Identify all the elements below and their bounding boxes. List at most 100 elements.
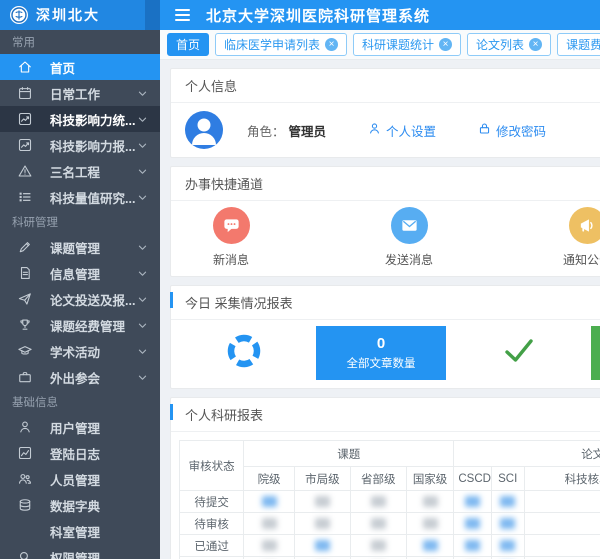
chevron-down-icon [137, 268, 148, 279]
quick-channel[interactable]: 发送消息 [369, 207, 449, 268]
tab[interactable]: 临床医学申请列表× [215, 33, 347, 56]
sidebar-item-label: 论文投送及报... [50, 290, 135, 309]
column-group-header: 论文 [454, 441, 600, 467]
calendar-icon [18, 86, 33, 101]
sidebar-item[interactable]: 信息管理 [0, 260, 160, 286]
table-cell-blurred [406, 513, 454, 535]
sidebar-item[interactable]: 用户管理 [0, 414, 160, 440]
sidebar-item-label: 学术活动 [50, 342, 100, 361]
research-report-table: 审核状态课题论文院级市局级省部级国家级CSCDSCI科技核心（统计源）期刊 待提… [179, 440, 600, 559]
blank-icon [18, 524, 33, 539]
collection-report-card: 今日 采集情况报表 0 全部文章数量 [170, 285, 600, 389]
chevron-down-icon [137, 88, 148, 99]
chevron-down-icon [137, 320, 148, 331]
check-icon [504, 338, 534, 369]
sidebar-item[interactable]: 科技量值研究... [0, 184, 160, 210]
role-value: 管理员 [289, 125, 327, 139]
close-icon[interactable]: × [439, 38, 452, 51]
log-icon [18, 446, 33, 461]
column-header: 省部级 [350, 467, 406, 491]
collection-strip: 0 全部文章数量 [171, 326, 600, 380]
sidebar-item-label: 外出参会 [50, 368, 100, 387]
sidebar-item-label: 数据字典 [50, 496, 100, 515]
table-row: 待审核 [180, 513, 600, 535]
tabbar: 首页临床医学申请列表×科研课题统计×论文列表×课题费用报表×用户列表× [160, 30, 600, 60]
chevron-down-icon [137, 192, 148, 203]
donut-chart-icon [224, 331, 264, 376]
article-count-box[interactable]: 0 全部文章数量 [316, 326, 446, 380]
column-header: CSCD [454, 467, 491, 491]
sidebar-item[interactable]: 学术活动 [0, 338, 160, 364]
research-report-card: 个人科研报表 审核状态课题论文院级市局级省部级国家级CSCDSCI科技核心（统计… [170, 397, 600, 559]
chat-icon [213, 207, 250, 244]
close-icon[interactable]: × [325, 38, 338, 51]
sidebar-item[interactable]: 课题管理 [0, 234, 160, 260]
hamburger-menu-icon[interactable] [175, 9, 190, 21]
chevron-down-icon [137, 372, 148, 383]
chevron-down-icon [137, 140, 148, 151]
sidebar-item[interactable]: 科技影响力统... [0, 106, 160, 132]
pencil-icon [18, 240, 33, 255]
quick-channel-label: 通知公告 [563, 251, 600, 268]
sidebar-item[interactable]: 登陆日志 [0, 440, 160, 466]
magnifier-icon [18, 550, 33, 559]
sidebar-item[interactable]: 论文投送及报... [0, 286, 160, 312]
tab-label: 论文列表 [476, 36, 524, 53]
sidebar-item[interactable]: 人员管理 [0, 466, 160, 492]
app-title: 北京大学深圳医院科研管理系统 [206, 5, 430, 26]
home-icon [18, 60, 33, 75]
personal-settings-link[interactable]: 个人设置 [368, 121, 436, 140]
sidebar-item[interactable]: 权限管理 [0, 544, 160, 559]
close-icon[interactable]: × [529, 38, 542, 51]
column-header: SCI [491, 467, 524, 491]
sidebar-item[interactable]: 三名工程 [0, 158, 160, 184]
lock-icon [478, 122, 491, 138]
sidebar-item-label: 科技影响力统... [50, 110, 135, 129]
table-cell-blurred [294, 535, 350, 557]
sidebar-item-label: 科技量值研究... [50, 188, 135, 207]
sidebar-item[interactable]: 数据字典 [0, 492, 160, 518]
quick-channels-card: 办事快捷通道 新消息发送消息通知公告 [170, 166, 600, 277]
change-password-label: 修改密码 [496, 121, 546, 140]
mail-icon [391, 207, 428, 244]
table-row: 已通过 [180, 535, 600, 557]
table-cell-blurred [454, 491, 491, 513]
research-report-title: 个人科研报表 [171, 398, 600, 432]
sidebar-item[interactable]: 科技影响力报... [0, 132, 160, 158]
quick-channel[interactable]: 通知公告 [547, 207, 600, 268]
column-header: 国家级 [406, 467, 454, 491]
green-stat-box [591, 326, 600, 380]
change-password-link[interactable]: 修改密码 [478, 121, 546, 140]
school-icon [18, 344, 33, 359]
tab-label: 科研课题统计 [362, 36, 434, 53]
column-group-header: 课题 [244, 441, 454, 467]
file-icon [18, 266, 33, 281]
sidebar-section-header: 基础信息 [0, 390, 160, 414]
tab-home[interactable]: 首页 [167, 33, 209, 56]
tab-label: 首页 [176, 36, 200, 53]
tab[interactable]: 课题费用报表× [557, 33, 600, 56]
sidebar-item[interactable]: 外出参会 [0, 364, 160, 390]
sidebar-item[interactable]: 课题经费管理 [0, 312, 160, 338]
sidebar-section-header: 常用 [0, 30, 160, 54]
tab[interactable]: 科研课题统计 × [353, 33, 461, 56]
tab[interactable]: 论文列表 × [467, 33, 551, 56]
avatar [185, 111, 223, 149]
sidebar-item-label: 课题管理 [50, 238, 100, 257]
sidebar: 常用首页日常工作科技影响力统... 科技影响力报...三名工程科技量值研究... 科… [0, 30, 160, 559]
table-cell-blurred [244, 491, 295, 513]
chevron-down-icon [137, 114, 148, 125]
quick-channel-label: 发送消息 [385, 251, 433, 268]
logo-text: 深圳北大 [36, 5, 100, 25]
row-label: 待审核 [180, 513, 244, 535]
personal-info-card: 个人信息 角色：管理员 个人设置 修改密码 [170, 68, 600, 158]
sidebar-item[interactable]: 日常工作 [0, 80, 160, 106]
sidebar-item[interactable]: 科室管理 [0, 518, 160, 544]
table-cell-blurred [491, 491, 524, 513]
table-cell-blurred [406, 535, 454, 557]
users-icon [18, 472, 33, 487]
quick-channels-row: 新消息发送消息 通知公告 [171, 201, 600, 276]
quick-channel[interactable]: 新消息 [191, 207, 271, 268]
table-cell-blurred [350, 513, 406, 535]
sidebar-item[interactable]: 首页 [0, 54, 160, 80]
